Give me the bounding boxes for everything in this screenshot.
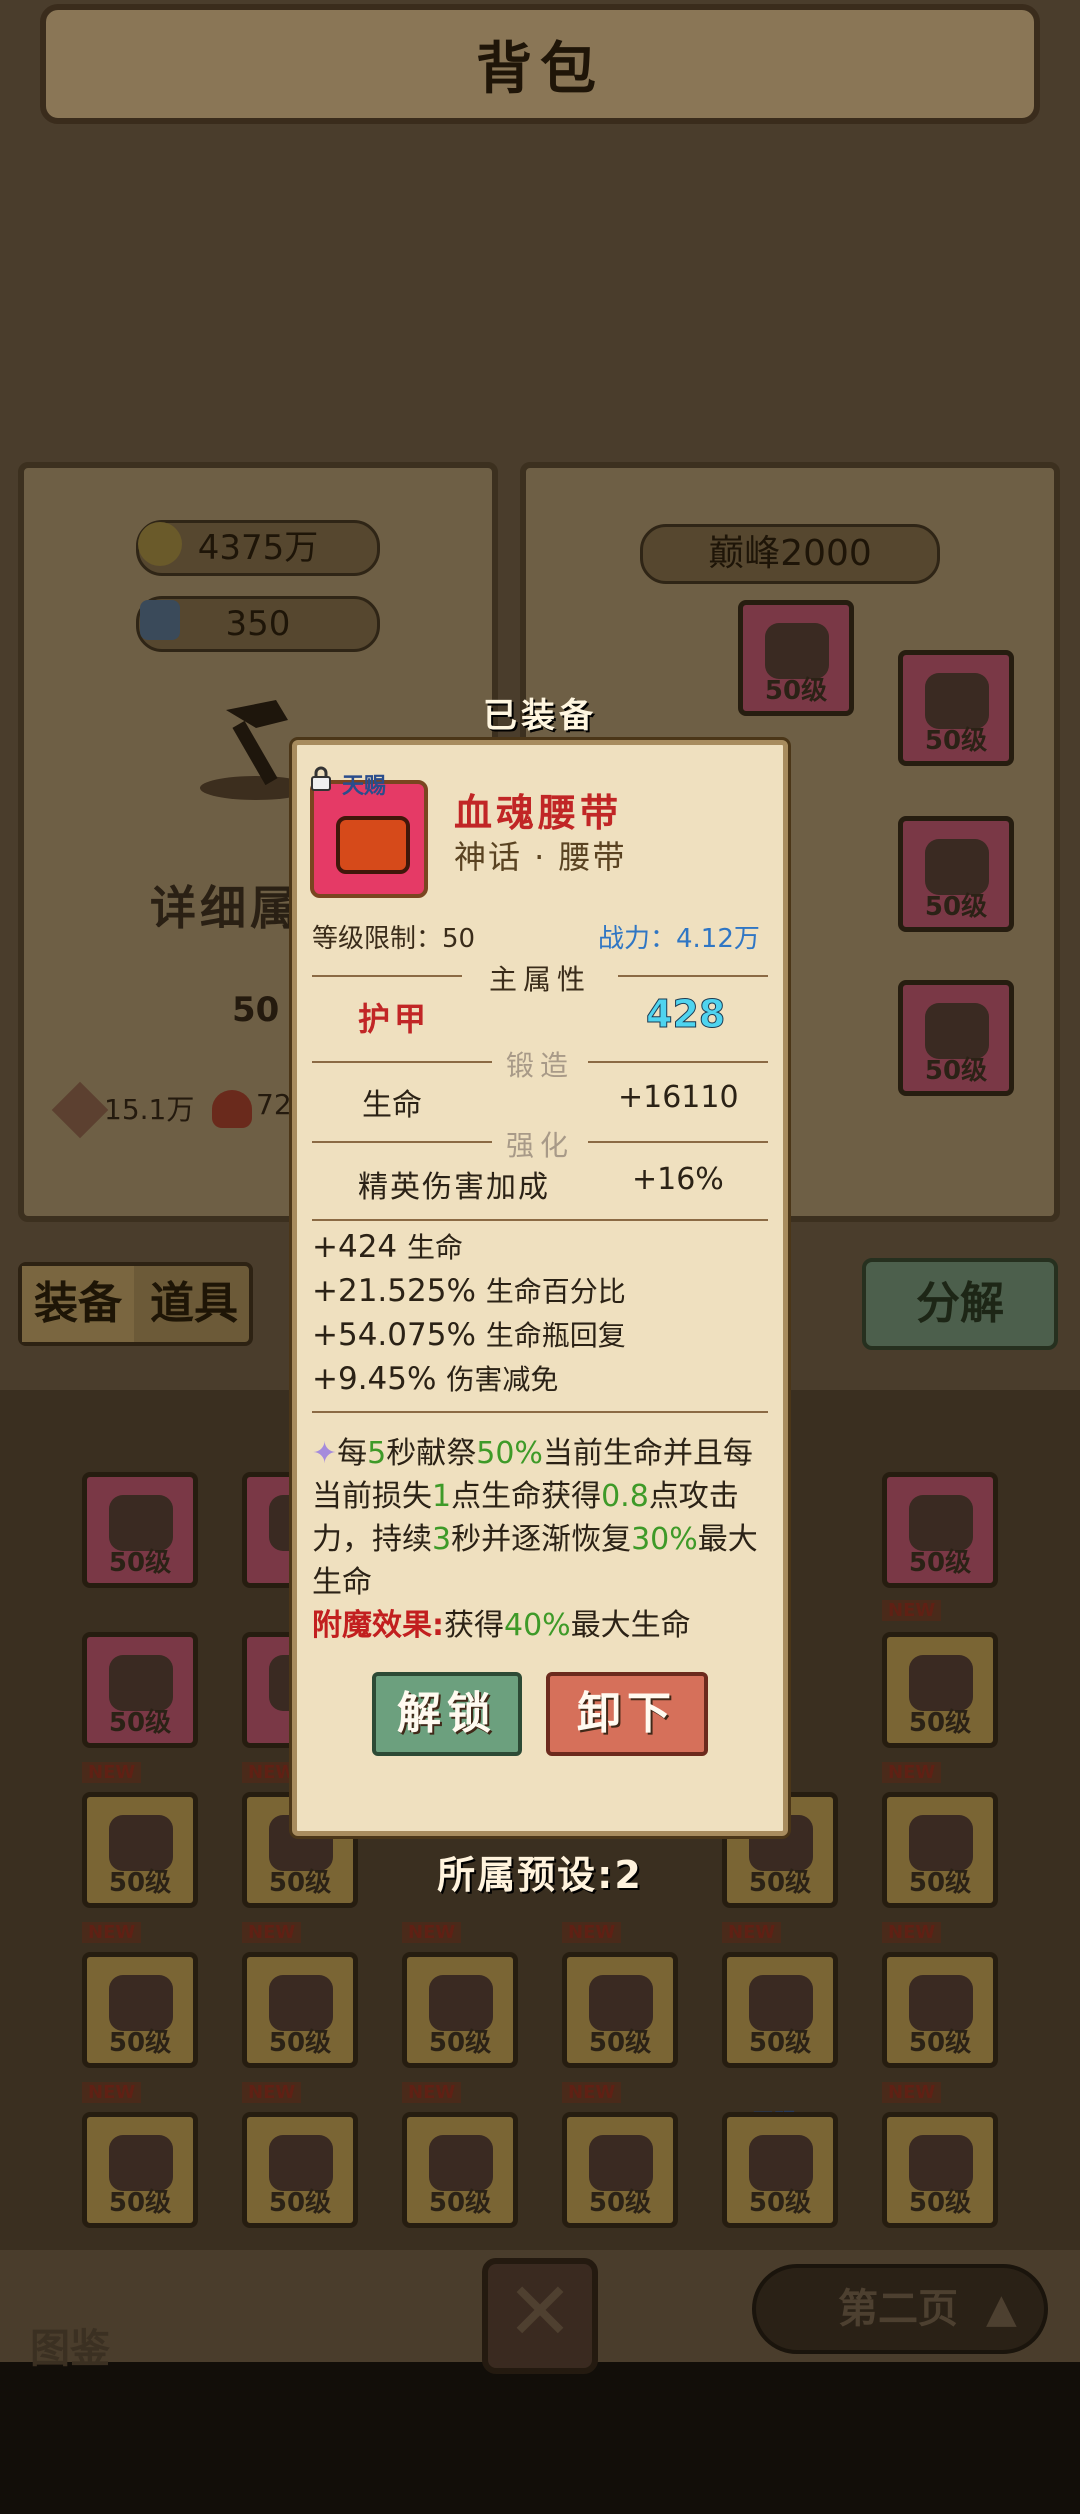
- inventory-item[interactable]: 50级: [402, 1952, 518, 2068]
- new-tag: NEW: [242, 1922, 302, 1943]
- decompose-button[interactable]: 分解: [862, 1258, 1058, 1350]
- inventory-item[interactable]: 50级: [82, 1632, 198, 1748]
- gold-coin-icon: [138, 522, 182, 566]
- new-tag: NEW: [402, 1922, 462, 1943]
- enhance-divider: 强化: [312, 1124, 768, 1162]
- new-tag: NEW: [882, 1922, 942, 1943]
- gem-amount: 350: [225, 604, 291, 644]
- forge-divider: 锻造: [312, 1044, 768, 1082]
- new-tag: NEW: [722, 1922, 782, 1943]
- main-attr-divider: 主属性: [312, 958, 768, 996]
- new-tag: NEW: [562, 2082, 622, 2103]
- page-switch-button[interactable]: 第二页 ▲: [752, 2264, 1048, 2354]
- bonus-stat: +9.45% 伤害减免: [312, 1361, 559, 1397]
- tab-props[interactable]: 道具: [138, 1266, 250, 1342]
- enhance-title: 强化: [505, 1129, 574, 1162]
- new-tag: NEW: [402, 2082, 462, 2103]
- skill-divider: [312, 1394, 768, 1430]
- atlas-button[interactable]: 图鉴: [30, 2316, 110, 2374]
- triangle-up-icon: ▲: [985, 2286, 1017, 2332]
- inventory-item[interactable]: 50级: [242, 1952, 358, 2068]
- new-tag: NEW: [82, 2082, 142, 2103]
- unequip-button[interactable]: 卸下: [546, 1672, 708, 1756]
- inventory-item[interactable]: 50级: [562, 2112, 678, 2228]
- gem-icon: [140, 600, 180, 640]
- new-tag: NEW: [882, 1762, 942, 1783]
- attack-value: 15.1万: [104, 1093, 195, 1126]
- new-tag: NEW: [82, 1762, 142, 1783]
- equipped-title: 已装备: [483, 696, 597, 736]
- main-attr-name: 护甲: [358, 1000, 431, 1038]
- inventory-item[interactable]: 50级: [722, 2112, 838, 2228]
- tab-bar: 装备 道具: [18, 1262, 253, 1346]
- inventory-item[interactable]: 50级: [242, 2112, 358, 2228]
- peak-level-label: 巅峰2000: [708, 533, 872, 574]
- skill-description: ✦每5秒献祭50%当前生命并且每当前损失1点生命获得0.8点攻击力，持续3秒并逐…: [312, 1436, 758, 1643]
- bottom-bar: [0, 2362, 1080, 2514]
- new-tag: NEW: [882, 1600, 942, 1621]
- gold-amount: 4375万: [197, 528, 319, 568]
- enchant-label: 附魔效果:: [312, 1608, 444, 1643]
- inventory-item[interactable]: 50级: [882, 2112, 998, 2228]
- combat-power: 战力：4.12万: [598, 924, 760, 954]
- forge-attr-name: 生命: [362, 1088, 422, 1123]
- detail-attributes-label[interactable]: 详细属: [150, 872, 300, 938]
- inventory-item[interactable]: 50级: [82, 2112, 198, 2228]
- hp-value: 72: [256, 1088, 292, 1121]
- enhance-attr-name: 精英伤害加成: [358, 1170, 550, 1205]
- forge-title: 锻造: [505, 1049, 574, 1082]
- page-label: 第二页: [838, 2286, 958, 2332]
- page-title: 背包: [476, 37, 604, 102]
- inventory-item[interactable]: 50级: [82, 1472, 198, 1588]
- item-name: 血魂腰带: [454, 791, 623, 835]
- bonus-stat: +21.525% 生命百分比: [312, 1273, 626, 1309]
- preset-label: 所属预设:2: [437, 1853, 643, 1897]
- lock-icon[interactable]: [308, 766, 334, 792]
- inventory-item[interactable]: 50级: [882, 1952, 998, 2068]
- bonus-stat: +424 生命: [312, 1229, 464, 1265]
- sparkle-icon: ✦: [312, 1436, 338, 1471]
- new-tag: NEW: [82, 1922, 142, 1943]
- inventory-item[interactable]: 50级: [722, 1952, 838, 2068]
- inventory-item[interactable]: 50级: [882, 1472, 998, 1588]
- inventory-item[interactable]: 50级: [562, 1952, 678, 2068]
- belt-icon: [336, 816, 410, 874]
- inventory-item[interactable]: 50级: [82, 1952, 198, 2068]
- forge-attr-value: +16110: [618, 1080, 739, 1115]
- new-tag: NEW: [242, 2082, 302, 2103]
- new-tag: NEW: [562, 1922, 622, 1943]
- peak-level-badge: 巅峰2000: [640, 524, 940, 584]
- close-icon: ✕: [506, 2265, 574, 2358]
- heart-icon: [212, 1090, 252, 1128]
- tab-equipment[interactable]: 装备: [22, 1266, 134, 1342]
- main-attr-value: 428: [645, 992, 726, 1037]
- enhance-attr-value: +16%: [632, 1162, 724, 1197]
- inventory-item[interactable]: 50级: [402, 2112, 518, 2228]
- close-button[interactable]: ✕: [482, 2258, 598, 2374]
- bonus-stat: +54.075% 生命瓶回复: [312, 1317, 626, 1353]
- character-level: 50: [232, 990, 280, 1030]
- equip-slot-ring[interactable]: 50级: [898, 816, 1014, 932]
- item-type: 神话 · 腰带: [454, 838, 627, 876]
- new-tag: NEW: [882, 2082, 942, 2103]
- equip-slot-weapon[interactable]: 50级: [898, 980, 1014, 1096]
- inventory-item[interactable]: 50级: [882, 1632, 998, 1748]
- unlock-button[interactable]: 解锁: [372, 1672, 522, 1756]
- level-requirement: 等级限制：50: [312, 924, 476, 954]
- gift-tag: 天赐: [342, 774, 387, 799]
